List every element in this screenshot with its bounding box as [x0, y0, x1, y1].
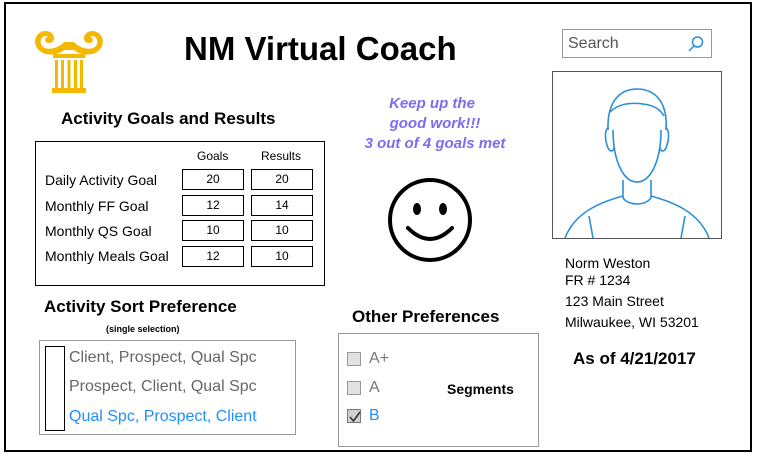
goal-row-label: Monthly QS Goal	[45, 223, 152, 239]
goal-value-field[interactable]: 12	[182, 246, 244, 267]
goals-met-summary: 3 out of 4 goals met	[364, 135, 506, 152]
selection-indicator	[45, 346, 65, 431]
avatar	[552, 71, 722, 239]
result-value-field[interactable]: 20	[251, 169, 313, 190]
other-preferences-panel: A+ A B Segments	[338, 333, 539, 447]
goal-value-field[interactable]: 20	[182, 169, 244, 190]
smiley-face-icon	[386, 176, 474, 264]
search-input[interactable]	[568, 34, 686, 54]
motivation-line: Keep up the	[389, 95, 475, 112]
checkbox[interactable]	[347, 381, 361, 395]
activity-goals-title: Activity Goals and Results	[61, 109, 276, 128]
checkbox-checked[interactable]	[347, 409, 361, 423]
activity-goals-panel: Goals Results Daily Activity Goal 20 20 …	[35, 141, 325, 286]
checkbox-label: A	[369, 379, 380, 396]
sort-option[interactable]: Prospect, Client, Qual Spc	[69, 378, 257, 396]
person-avatar-icon	[564, 88, 710, 239]
goal-row-label: Daily Activity Goal	[45, 172, 158, 188]
checkbox-label: B	[369, 407, 380, 424]
goal-row-label: Monthly FF Goal	[45, 198, 149, 214]
checkmark-icon	[349, 411, 361, 423]
sort-option[interactable]: Client, Prospect, Qual Spc	[69, 349, 257, 367]
checkbox-label: A+	[369, 350, 390, 367]
sort-preference-subtitle: (single selection)	[106, 324, 180, 334]
as-of-date: As of 4/21/2017	[573, 349, 696, 368]
goal-value-field[interactable]: 12	[182, 195, 244, 216]
search-icon[interactable]	[687, 35, 705, 53]
result-value-field[interactable]: 14	[251, 195, 313, 216]
motivation-message: Keep up the good work!!! 3 out of 4 goal…	[342, 94, 528, 154]
sort-option-selected[interactable]: Qual Spc, Prospect, Client	[69, 408, 257, 426]
goal-value-field[interactable]: 10	[182, 220, 244, 241]
column-capital-logo	[28, 24, 110, 96]
sort-preference-title: Activity Sort Preference	[44, 297, 237, 316]
city-state-zip: Milwaukee, WI 53201	[565, 314, 699, 330]
other-preferences-title: Other Preferences	[352, 307, 500, 326]
goal-row-label: Monthly Meals Goal	[45, 248, 169, 264]
result-value-field[interactable]: 10	[251, 246, 313, 267]
results-column-header: Results	[261, 149, 302, 163]
app-window: NM Virtual Coach Activity Goals and Resu…	[4, 2, 752, 452]
app-title: NM Virtual Coach	[184, 30, 457, 67]
checkbox[interactable]	[347, 352, 361, 366]
sort-preference-list[interactable]: Client, Prospect, Qual Spc Prospect, Cli…	[39, 340, 296, 435]
search-box[interactable]	[562, 29, 712, 58]
fr-number: FR # 1234	[565, 272, 631, 288]
segments-label: Segments	[447, 381, 514, 397]
motivation-line: good work!!!	[389, 115, 481, 132]
street-address: 123 Main Street	[565, 293, 664, 309]
result-value-field[interactable]: 10	[251, 220, 313, 241]
goals-column-header: Goals	[197, 149, 229, 163]
